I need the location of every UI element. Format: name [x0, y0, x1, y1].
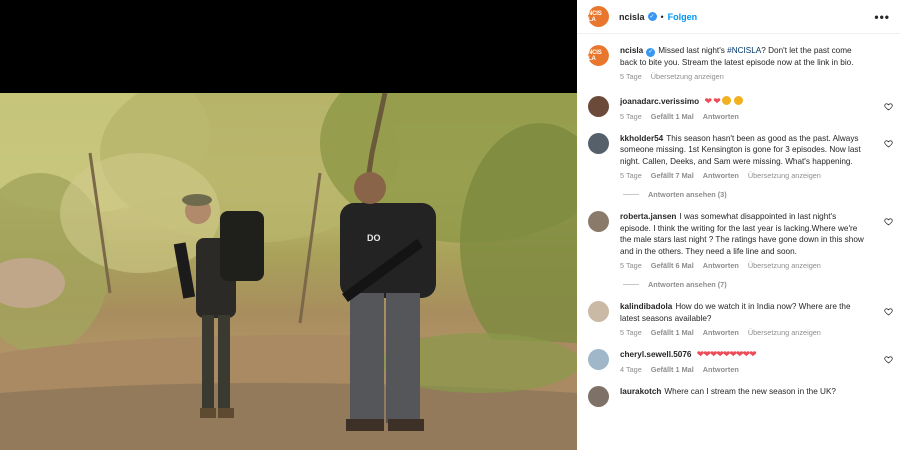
caption-hashtag-link[interactable]: #NCISLA	[727, 46, 761, 55]
comment-text: laurakotch Where can I stream the new sea…	[620, 386, 866, 398]
account-avatar[interactable]: NCIS LA	[588, 6, 609, 27]
comment-item: joanadarc.verissimo ❤ ❤ 5 Tage Gefällt 1…	[577, 96, 900, 121]
translate-button[interactable]: Übersetzung anzeigen	[748, 328, 821, 337]
follow-button[interactable]: Folgen	[668, 12, 698, 22]
comment-username[interactable]: kkholder54	[620, 134, 663, 143]
comments-panel: NCIS LA ncisla ✓ • Folgen ••• NCIS LA nc…	[577, 0, 900, 450]
caption-avatar-logo: NCIS LA	[588, 45, 609, 66]
comment-username[interactable]: joanadarc.verissimo	[620, 97, 699, 106]
commenter-avatar[interactable]	[588, 385, 609, 407]
comment-text: cheryl.sewell.5076 ❤❤❤❤❤❤❤❤❤	[620, 349, 866, 361]
comment-item: laurakotch Where can I stream the new sea…	[577, 385, 900, 407]
comment-time[interactable]: 4 Tage	[620, 365, 642, 374]
red-heart-emoji-icon: ❤	[713, 96, 720, 106]
comment-item: kkholder54 This season hasn't been as goo…	[577, 132, 900, 199]
comment-meta: 5 Tage Gefällt 6 Mal Antworten Übersetzu…	[620, 261, 866, 270]
comment-text: kkholder54 This season hasn't been as goo…	[620, 133, 866, 168]
caption-meta: 5 Tage Übersetzung anzeigen	[620, 72, 866, 81]
comment-likes[interactable]: Gefällt 7 Mal	[651, 171, 694, 180]
comment-text: joanadarc.verissimo ❤ ❤	[620, 96, 866, 108]
photo-scene: DO	[0, 93, 577, 450]
commenter-avatar[interactable]	[588, 211, 609, 232]
reply-button[interactable]: Antworten	[703, 112, 739, 121]
comment-username[interactable]: cheryl.sewell.5076	[620, 350, 691, 359]
comment-text: roberta.jansen I was somewhat disappointe…	[620, 211, 866, 257]
view-replies-label: Antworten ansehen (3)	[648, 190, 727, 199]
verified-badge-icon: ✓	[646, 47, 656, 57]
post-header: NCIS LA ncisla ✓ • Folgen •••	[577, 0, 900, 34]
comment-time[interactable]: 5 Tage	[620, 261, 642, 270]
comment-likes[interactable]: Gefällt 1 Mal	[651, 365, 694, 374]
commenter-avatar[interactable]	[588, 349, 609, 370]
comment-list[interactable]: NCIS LA ncisla ✓ Missed last night's #NCIS…	[577, 36, 900, 407]
commenter-avatar[interactable]	[588, 301, 609, 322]
comment-time[interactable]: 5 Tage	[620, 328, 642, 337]
more-options-icon[interactable]: •••	[874, 10, 890, 24]
view-replies-button[interactable]: Antworten ansehen (3)	[620, 190, 866, 199]
reply-button[interactable]: Antworten	[703, 365, 739, 374]
view-replies-label: Antworten ansehen (7)	[648, 280, 727, 289]
comment-meta: 4 Tage Gefällt 1 Mal Antworten	[620, 365, 866, 374]
caption-time[interactable]: 5 Tage	[620, 72, 642, 81]
comment-item: roberta.jansen I was somewhat disappointe…	[577, 211, 900, 289]
comment-meta: 5 Tage Gefällt 1 Mal Antworten Übersetzu…	[620, 328, 866, 337]
comment-item: kalindibadola How do we watch it in India…	[577, 301, 900, 337]
post-media: DO	[0, 0, 577, 450]
like-heart-icon[interactable]	[884, 139, 893, 148]
caption-text-before: Missed last night's	[658, 46, 728, 55]
comment-time[interactable]: 5 Tage	[620, 171, 642, 180]
like-heart-icon[interactable]	[884, 102, 893, 111]
commenter-avatar[interactable]	[588, 132, 609, 154]
replies-divider	[623, 284, 639, 285]
like-heart-icon[interactable]	[884, 355, 893, 364]
comment-time[interactable]: 5 Tage	[620, 112, 642, 121]
post-caption: NCIS LA ncisla ✓ Missed last night's #NCIS…	[577, 45, 900, 81]
svg-text:DO: DO	[367, 233, 381, 243]
comment-likes[interactable]: Gefällt 1 Mal	[651, 328, 694, 337]
caption-avatar[interactable]: NCIS LA	[588, 45, 609, 66]
red-heart-emoji-icon: ❤	[704, 96, 712, 106]
comment-meta: 5 Tage Gefällt 7 Mal Antworten Übersetzu…	[620, 171, 866, 180]
translate-button[interactable]: Übersetzung anzeigen	[748, 171, 821, 180]
post-photo[interactable]: DO	[0, 93, 577, 450]
reply-button[interactable]: Antworten	[703, 171, 739, 180]
like-heart-icon[interactable]	[884, 307, 893, 316]
account-username[interactable]: ncisla	[619, 12, 645, 22]
reply-button[interactable]: Antworten	[703, 261, 739, 270]
header-separator: •	[660, 11, 664, 22]
view-replies-button[interactable]: Antworten ansehen (7)	[620, 280, 866, 289]
commenter-avatar[interactable]	[588, 96, 609, 117]
red-heart-emoji-icon: ❤❤❤❤❤❤❤❤❤	[696, 349, 757, 359]
comment-username[interactable]: roberta.jansen	[620, 212, 676, 221]
comment-item: cheryl.sewell.5076 ❤❤❤❤❤❤❤❤❤ 4 Tage Gefä…	[577, 349, 900, 374]
caption-username[interactable]: ncisla	[620, 46, 643, 55]
like-heart-icon[interactable]	[884, 217, 893, 226]
comment-text: kalindibadola How do we watch it in India…	[620, 301, 866, 324]
caption-text: ncisla ✓ Missed last night's #NCISLA? Don'…	[620, 45, 866, 68]
heart-eyes-emoji-icon	[734, 96, 744, 105]
comment-username[interactable]: kalindibadola	[620, 302, 672, 311]
reply-button[interactable]: Antworten	[703, 328, 739, 337]
comment-username[interactable]: laurakotch	[620, 387, 661, 396]
comment-likes[interactable]: Gefällt 6 Mal	[651, 261, 694, 270]
comment-body: Where can I stream the new season in the…	[664, 386, 836, 396]
translate-button[interactable]: Übersetzung anzeigen	[748, 261, 821, 270]
caption-translate-button[interactable]: Übersetzung anzeigen	[651, 72, 724, 81]
replies-divider	[623, 194, 639, 195]
comment-meta: 5 Tage Gefällt 1 Mal Antworten	[620, 112, 866, 121]
verified-badge-icon: ✓	[647, 12, 657, 21]
comment-likes[interactable]: Gefällt 1 Mal	[651, 112, 694, 121]
heart-eyes-emoji-icon	[722, 96, 732, 105]
